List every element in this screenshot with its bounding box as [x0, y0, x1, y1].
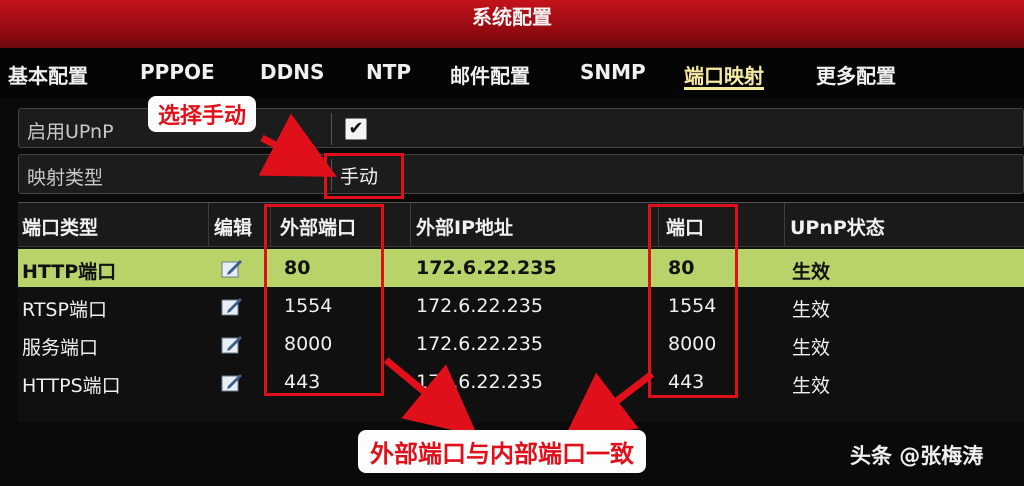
cell-external-ip: 172.6.22.235 [416, 257, 557, 279]
cell-external-ip: 172.6.22.235 [416, 333, 543, 355]
tab-bar: 基本配置 PPPOE DDNS NTP 邮件配置 SNMP 端口映射 更多配置 [0, 48, 1024, 98]
tab-basic-config[interactable]: 基本配置 [8, 60, 88, 90]
tab-email-config[interactable]: 邮件配置 [450, 60, 530, 90]
header-external-ip: 外部IP地址 [416, 217, 513, 239]
highlight-box-port [648, 204, 738, 398]
table-row[interactable]: HTTPS端口 443 172.6.22.235 443 生效 [18, 363, 1024, 401]
tab-ddns[interactable]: DDNS [260, 60, 324, 90]
cell-upnp-status: 生效 [792, 299, 831, 321]
column-divider [784, 203, 785, 247]
tab-pppoe[interactable]: PPPOE [140, 60, 215, 90]
cell-external-ip: 172.6.22.235 [416, 371, 543, 393]
header-upnp-status: UPnP状态 [790, 217, 885, 239]
tab-ntp[interactable]: NTP [366, 60, 411, 90]
cell-upnp-status: 生效 [792, 375, 831, 397]
window-title: 系统配置 [472, 5, 552, 29]
cell-port-type: RTSP端口 [22, 299, 107, 321]
edit-icon[interactable] [221, 334, 243, 354]
cell-port-type: HTTPS端口 [22, 375, 121, 397]
mapping-type-label: 映射类型 [27, 167, 104, 189]
form-divider [331, 113, 332, 145]
cell-upnp-status: 生效 [792, 261, 831, 283]
mapping-type-row: 映射类型 [18, 154, 1024, 194]
upnp-label: 启用UPnP [27, 121, 114, 143]
watermark: 头条 @张梅涛 [850, 444, 984, 468]
edit-icon[interactable] [221, 258, 243, 278]
column-divider [410, 203, 411, 247]
callout-select-manual: 选择手动 [148, 96, 257, 132]
edit-icon[interactable] [221, 296, 243, 316]
header-edit: 编辑 [214, 217, 253, 239]
table-row[interactable]: RTSP端口 1554 172.6.22.235 1554 生效 [18, 287, 1024, 325]
port-mapping-table: 端口类型 编辑 外部端口 外部IP地址 端口 UPnP状态 HTTP端口 80 … [18, 202, 1024, 422]
column-divider [208, 203, 209, 247]
upnp-checkbox[interactable]: ✔ [345, 118, 367, 140]
tab-more-config[interactable]: 更多配置 [816, 60, 896, 90]
cell-upnp-status: 生效 [792, 337, 831, 359]
table-row[interactable]: HTTP端口 80 172.6.22.235 80 生效 [18, 249, 1024, 287]
edit-icon[interactable] [221, 372, 243, 392]
table-header: 端口类型 编辑 外部端口 外部IP地址 端口 UPnP状态 [18, 203, 1024, 247]
window-title-bar: 系统配置 [0, 0, 1024, 48]
table-row[interactable]: 服务端口 8000 172.6.22.235 8000 生效 [18, 325, 1024, 363]
cell-external-ip: 172.6.22.235 [416, 295, 543, 317]
tab-port-mapping[interactable]: 端口映射 [684, 60, 764, 90]
tab-snmp[interactable]: SNMP [580, 60, 646, 90]
cell-port-type: HTTP端口 [22, 261, 117, 283]
header-port-type: 端口类型 [22, 217, 99, 239]
callout-ports-match: 外部端口与内部端口一致 [358, 430, 646, 473]
highlight-box-external-port [264, 204, 384, 396]
cell-port-type: 服务端口 [22, 337, 99, 359]
highlight-box-mode [324, 153, 404, 199]
